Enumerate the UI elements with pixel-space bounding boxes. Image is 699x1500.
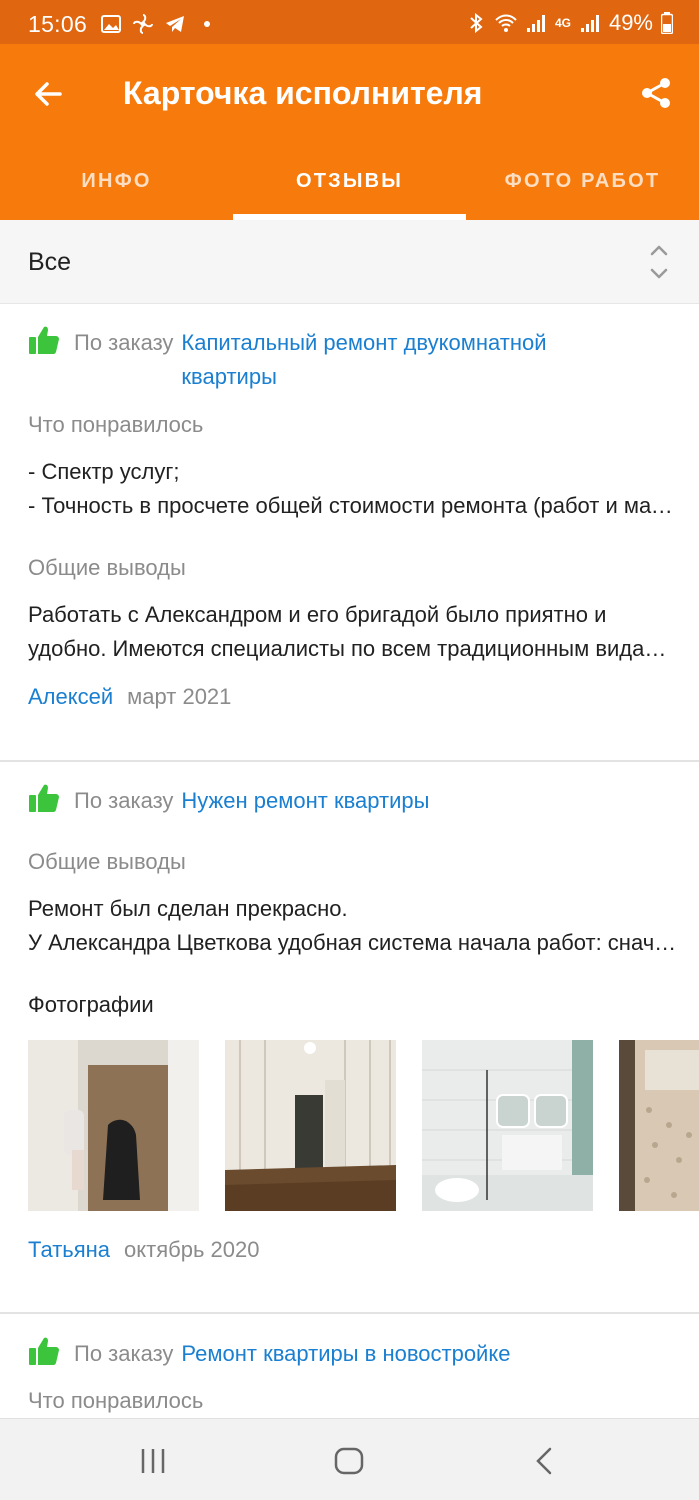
summary-line: У Александра Цветкова удобная система на… [28, 930, 678, 955]
review-photo[interactable] [28, 1040, 199, 1211]
nav-back-icon [536, 1447, 552, 1475]
order-prefix: По заказу [74, 1341, 174, 1366]
summary-label: Общие выводы [28, 555, 186, 580]
review-divider [0, 760, 699, 762]
order-title-line: квартиры [181, 364, 277, 389]
summary-text: Ремонт был сделан прекрасно. У Александр… [28, 892, 678, 960]
status-bar: 15:06 4G 49% [0, 0, 699, 44]
wifi-icon [495, 14, 517, 32]
review-order-line: По заказу Ремонт квартиры в новостройке [28, 1337, 621, 1371]
summary-line: удобно. Имеются специалисты по всем трад… [28, 636, 678, 661]
order-prefix: По заказу [74, 788, 174, 813]
tab-work-photos[interactable]: ФОТО РАБОТ [466, 156, 699, 220]
review-order-line: По заказу Нужен ремонт квартиры [28, 784, 621, 818]
fan-icon [133, 14, 153, 34]
order-link[interactable]: Капитальный ремонт двукомнатной квартиры [181, 326, 621, 394]
liked-label: Что понравилось [28, 412, 204, 437]
system-nav-bar [0, 1418, 699, 1500]
app-bar: Карточка исполнителя ИНФО ОТЗЫВЫ ФОТО РА… [0, 44, 699, 220]
sort-chevrons-icon [650, 245, 668, 279]
tab-reviews[interactable]: ОТЗЫВЫ [233, 156, 466, 220]
review-filter-dropdown[interactable]: Все [0, 220, 699, 304]
page-title: Карточка исполнителя [123, 75, 483, 111]
review-author[interactable]: Татьяна [28, 1237, 110, 1263]
dot-icon [204, 21, 210, 27]
review-meta: Татьяна октябрь 2020 [28, 1237, 260, 1263]
order-link[interactable]: Нужен ремонт квартиры [181, 784, 621, 818]
review-date: октябрь 2020 [124, 1237, 260, 1262]
thumbs-up-icon [29, 784, 59, 812]
home-icon [334, 1447, 364, 1475]
recents-icon [141, 1449, 165, 1473]
liked-text: - Спектр услуг; - Точность в просчете об… [28, 455, 678, 523]
review-author[interactable]: Алексей [28, 684, 113, 710]
signal-icon [526, 15, 545, 32]
liked-line: - Точность в просчете общей стоимости ре… [28, 493, 678, 518]
summary-line: Работать с Александром и его бригадой бы… [28, 602, 607, 627]
review-order-line: По заказу Капитальный ремонт двукомнатно… [28, 326, 621, 394]
back-arrow-icon [35, 82, 62, 106]
signal-icon-2 [580, 15, 599, 32]
status-notification-icons [100, 12, 218, 36]
photo-wallpaper [619, 1040, 699, 1211]
battery-icon [661, 12, 673, 34]
bluetooth-icon [470, 12, 483, 34]
gallery-icon [101, 15, 121, 33]
summary-label: Общие выводы [28, 849, 186, 874]
summary-text: Работать с Александром и его бригадой бы… [28, 598, 678, 666]
status-time: 15:06 [28, 11, 88, 37]
battery-percent: 49% [608, 10, 653, 35]
tab-info[interactable]: ИНФО [0, 156, 233, 220]
photo-bathroom [422, 1040, 593, 1211]
review-photo[interactable] [619, 1040, 699, 1211]
status-system-icons: 4G 49% [465, 10, 673, 36]
back-button[interactable] [22, 68, 74, 120]
network-type: 4G [554, 16, 571, 30]
photo-hallway [28, 1040, 199, 1211]
order-prefix: По заказу [74, 330, 174, 355]
thumbs-up-icon [29, 326, 59, 354]
liked-label: Что понравилось [28, 1388, 204, 1413]
summary-line: Ремонт был сделан прекрасно. [28, 896, 348, 921]
share-icon [642, 78, 670, 108]
telegram-icon [166, 16, 184, 32]
review-divider [0, 1312, 699, 1314]
filter-value: Все [28, 248, 72, 276]
order-title-line: Капитальный ремонт двукомнатной [181, 330, 547, 355]
home-button[interactable] [327, 1441, 371, 1481]
recents-button[interactable] [131, 1441, 175, 1481]
review-meta: Алексей март 2021 [28, 684, 231, 710]
review-date: март 2021 [127, 684, 232, 709]
photos-label: Фотографии [28, 992, 154, 1017]
photo-room [225, 1040, 396, 1211]
review-photo[interactable] [422, 1040, 593, 1211]
thumbs-up-icon [29, 1337, 59, 1365]
review-photo[interactable] [225, 1040, 396, 1211]
liked-line: - Спектр услуг; [28, 459, 180, 484]
nav-back-button[interactable] [523, 1441, 567, 1481]
share-button[interactable] [631, 68, 681, 118]
order-link[interactable]: Ремонт квартиры в новостройке [181, 1337, 621, 1371]
tab-bar: ИНФО ОТЗЫВЫ ФОТО РАБОТ [0, 156, 699, 220]
